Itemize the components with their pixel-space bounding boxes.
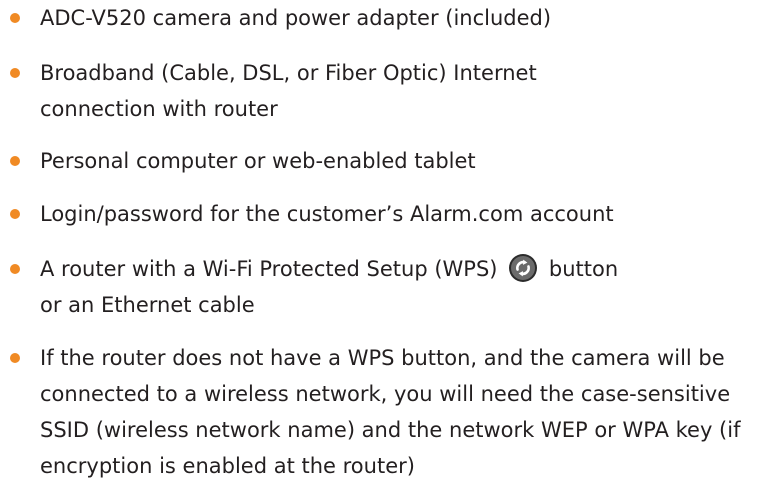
bullet-icon	[10, 156, 20, 166]
list-item-text: A router with a Wi-Fi Protected Setup (W…	[40, 257, 498, 281]
bullet-icon	[10, 68, 20, 78]
bullet-icon	[10, 353, 20, 363]
wps-icon	[509, 254, 538, 282]
list-item-text: Broadband (Cable, DSL, or Fiber Optic) I…	[40, 61, 537, 85]
list-item-text: button	[548, 257, 619, 281]
bullet-icon	[10, 13, 20, 23]
list-item-text: ADC-V520 camera and power adapter (inclu…	[40, 6, 552, 30]
list-item-text: Personal computer or web-enabled tablet	[40, 149, 476, 173]
list-item-text: encryption is enabled at the router)	[40, 454, 415, 478]
list-item-text: connection with router	[40, 97, 278, 121]
list-item-text: or an Ethernet cable	[40, 293, 255, 317]
bullet-icon	[10, 209, 20, 219]
list-item-text: If the router does not have a WPS button…	[40, 346, 725, 370]
list-item-text: Login/password for the customer’s Alarm.…	[40, 202, 614, 226]
list-item-text: connected to a wireless network, you wil…	[40, 382, 731, 406]
list-item-text: SSID (wireless network name) and the net…	[40, 418, 741, 442]
bullet-icon	[10, 264, 20, 274]
